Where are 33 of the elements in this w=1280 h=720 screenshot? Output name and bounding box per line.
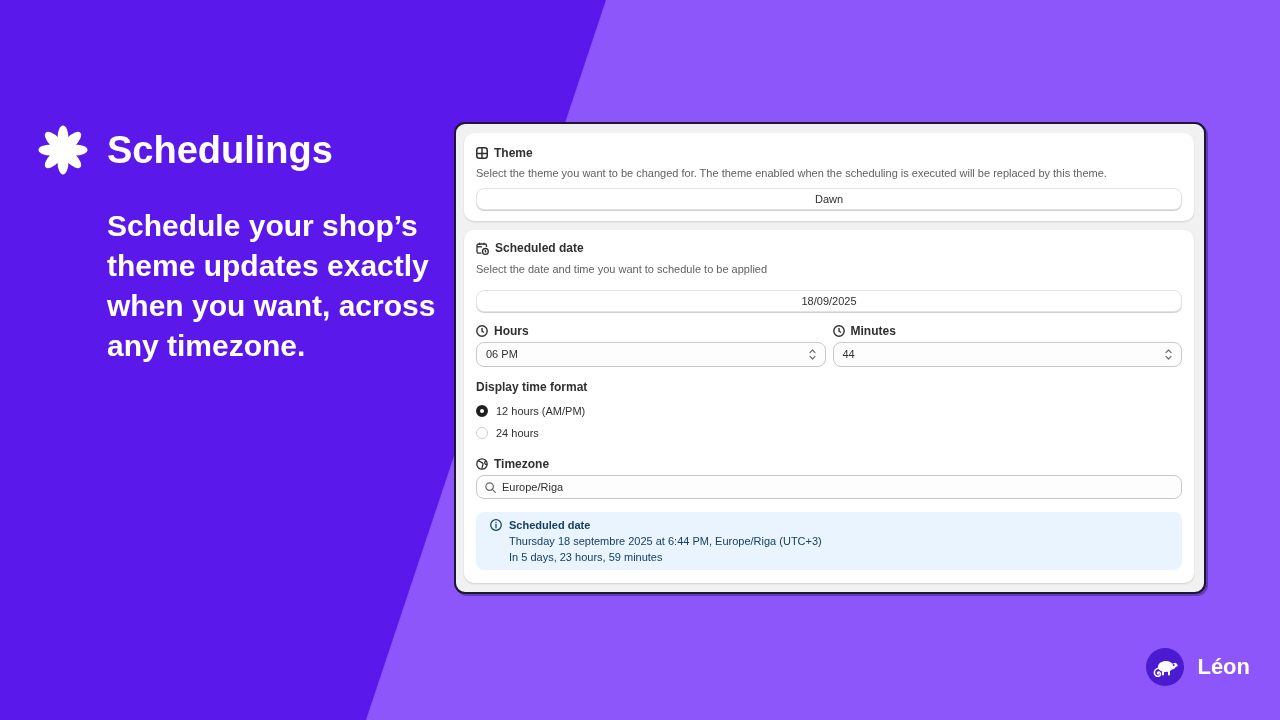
- section-description: Select the date and time you want to schedule to be applied: [476, 262, 769, 277]
- section-title: Hours: [494, 323, 529, 339]
- clock-icon: [832, 325, 845, 337]
- chevron-up-down-icon: [808, 349, 816, 360]
- lizard-logo-icon: [1146, 648, 1185, 686]
- section-title: Display time format: [476, 379, 588, 395]
- page-subtitle: Schedule your shop’s theme updates exactly when you want, across any timezone.: [107, 208, 437, 364]
- section-title: Timezone: [494, 456, 550, 472]
- search-icon: [485, 481, 496, 493]
- time-select[interactable]: 44: [832, 342, 1182, 367]
- radio-label[interactable]: 12 hours (AM/PM): [496, 403, 586, 419]
- radio-label[interactable]: 24 hours: [496, 425, 539, 441]
- section-title: Minutes: [850, 323, 896, 339]
- banner-text: Thursday 18 septembre 2025 at 6:44 PM, Europe/Riga (UTC+3): [509, 534, 822, 549]
- theme-select[interactable]: Dawn: [476, 188, 1182, 210]
- clock-icon: [476, 325, 488, 337]
- date-field[interactable]: 18/09/2025: [476, 290, 1182, 312]
- banner-text: In 5 days, 23 hours, 59 minutes: [509, 550, 664, 565]
- section-title: Scheduled date: [495, 240, 584, 256]
- chevron-up-down-icon: [1165, 349, 1172, 360]
- time-select[interactable]: 06 PM: [476, 342, 826, 367]
- layout-icon: [476, 147, 488, 159]
- brand-name: Léon: [1197, 653, 1250, 681]
- asterisk-icon: [38, 125, 88, 175]
- page-title: Schedulings: [107, 128, 333, 173]
- timezone-search-field[interactable]: Europe/Riga: [476, 475, 1182, 499]
- radio-button[interactable]: [476, 405, 488, 417]
- globe-icon: [476, 458, 488, 470]
- calendar-clock-icon: [476, 241, 489, 255]
- info-icon: [490, 519, 502, 531]
- section-description: Select the theme you want to be changed for. The theme enabled when the scheduling is executed will be replaced by this theme.: [476, 166, 1108, 181]
- section-title: Theme: [494, 145, 533, 161]
- banner-title: Scheduled date: [509, 518, 592, 533]
